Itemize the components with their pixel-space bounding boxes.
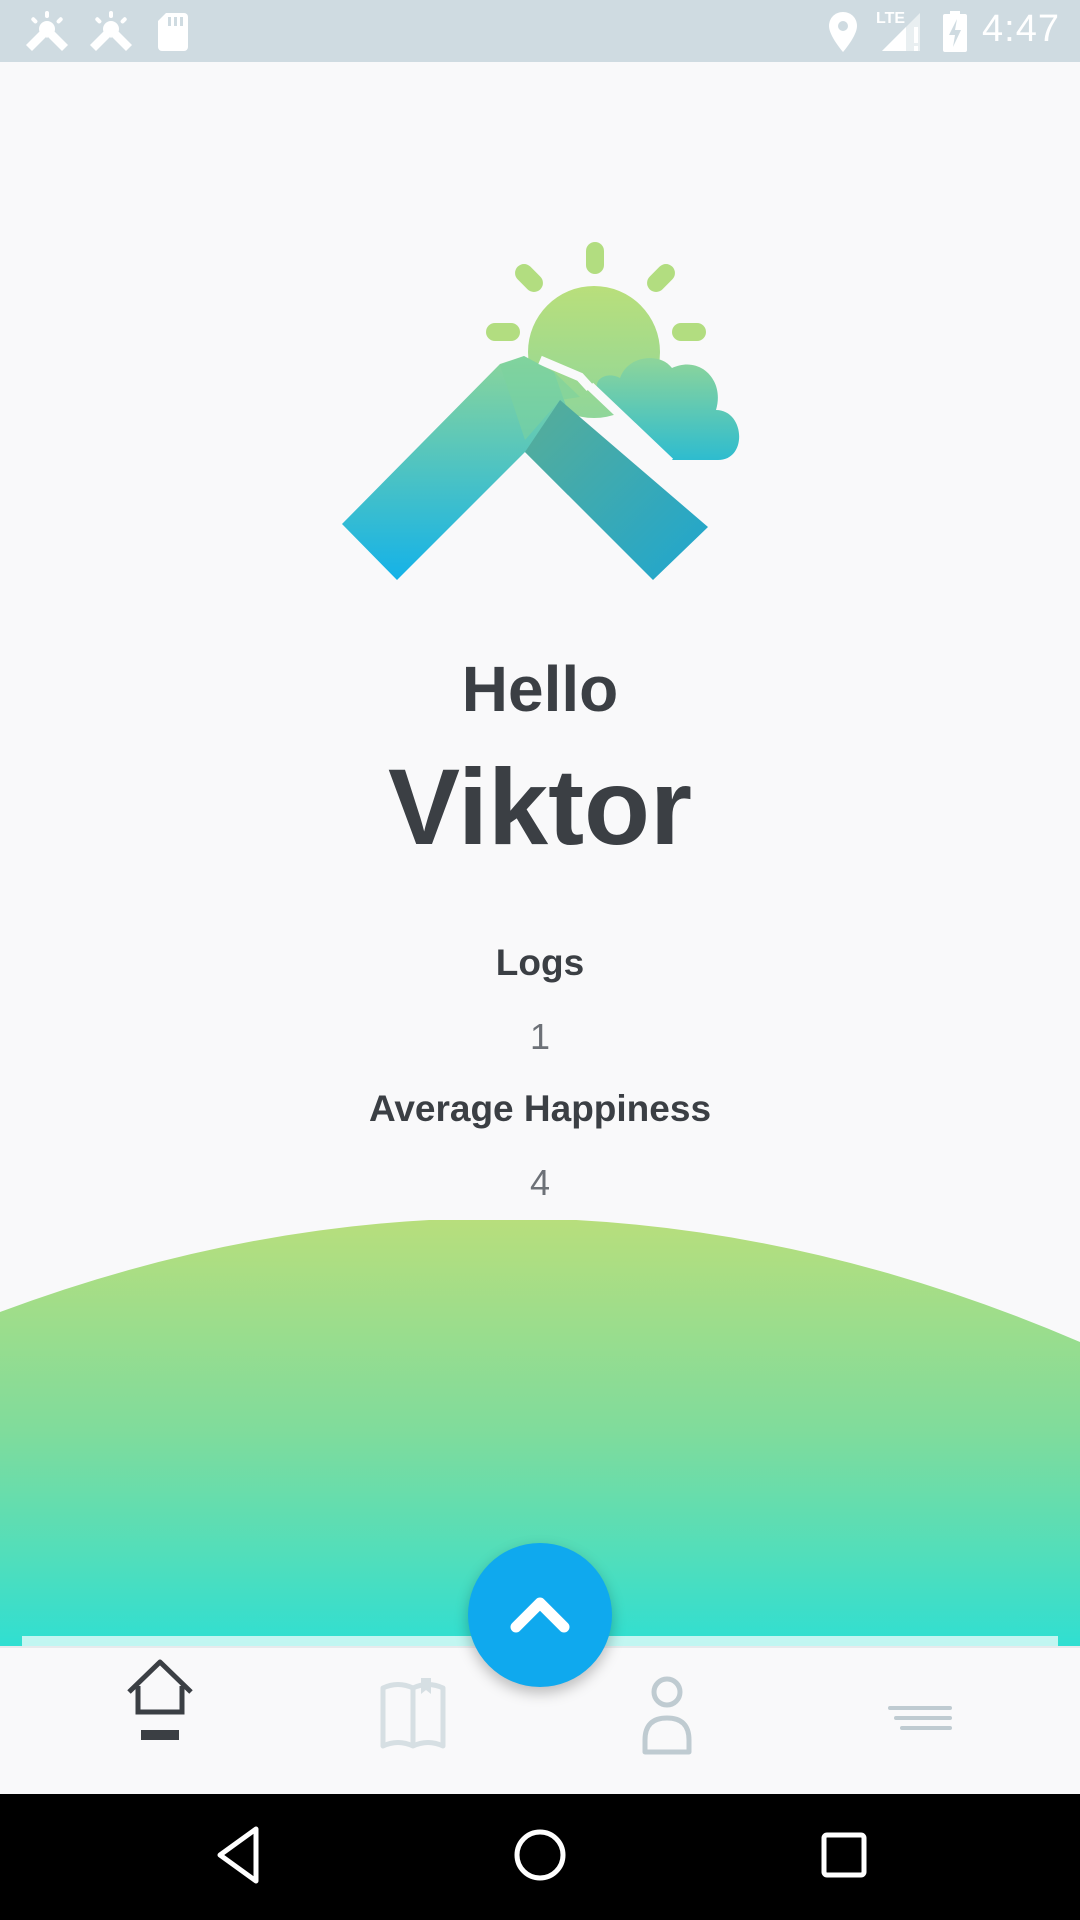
greeting-text: Hello — [461, 653, 619, 725]
chevron-up-icon — [510, 1597, 570, 1633]
app-logo — [342, 242, 740, 580]
expand-fab-button[interactable] — [468, 1543, 612, 1687]
nav-item-profile[interactable] — [607, 1648, 727, 1796]
battery-charging-icon — [943, 11, 967, 52]
app-notification-icon — [90, 11, 132, 51]
status-bar: LTE 4:47 — [0, 0, 1080, 62]
profile-icon — [642, 1676, 692, 1755]
status-time: 4:47 — [982, 8, 1060, 50]
average-happiness-value: 4 — [529, 1162, 551, 1203]
journal-icon — [380, 1678, 446, 1749]
home-icon — [127, 1659, 193, 1740]
app-notification-icon — [26, 11, 68, 51]
home-circle-icon[interactable] — [502, 1817, 578, 1893]
location-icon — [829, 12, 857, 52]
recents-icon[interactable] — [806, 1817, 882, 1893]
nav-item-home[interactable] — [100, 1648, 220, 1796]
sd-card-icon — [158, 13, 188, 51]
average-happiness-label: Average Happiness — [368, 1088, 712, 1129]
menu-icon — [888, 1706, 952, 1730]
nav-item-journal[interactable] — [353, 1648, 473, 1796]
nav-item-menu[interactable] — [860, 1648, 980, 1796]
back-icon[interactable] — [206, 1817, 270, 1893]
logs-value: 1 — [529, 1016, 551, 1057]
logs-label: Logs — [495, 942, 585, 983]
system-navigation-bar — [0, 1794, 1080, 1920]
signal-icon — [882, 13, 920, 51]
username-text: Viktor — [387, 746, 693, 867]
